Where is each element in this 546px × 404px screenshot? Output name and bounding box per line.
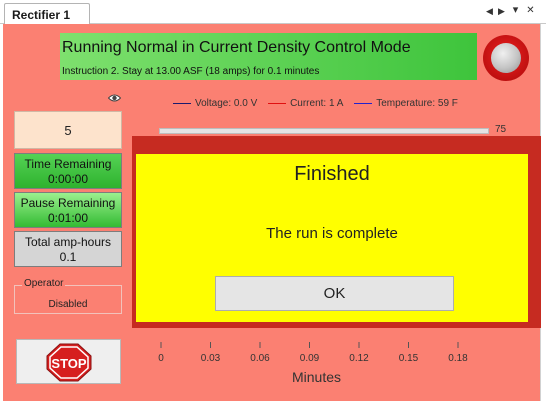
chart-legend: Voltage: 0.0 V Current: 1 A Temperature:…: [173, 98, 466, 110]
legend-item-current: Current: 1 A: [268, 98, 343, 109]
legend-swatch: [268, 102, 287, 104]
x-tick-label: 0.09: [300, 353, 320, 364]
operator-label: Operator: [22, 278, 66, 289]
tab-menu-icon[interactable]: ▾: [510, 4, 521, 16]
tab-next-icon[interactable]: ▶: [496, 5, 507, 17]
tab-prev-icon[interactable]: ◀: [484, 5, 495, 17]
total-amp-hours-value: 0.1: [59, 250, 77, 264]
x-tick-label: 0: [158, 353, 164, 364]
legend-label: Temperature: 59 F: [376, 98, 458, 109]
operator-group: Operator Disabled: [14, 278, 122, 314]
y-axis-top-tick: 75: [495, 124, 507, 135]
total-amp-hours-label: Total amp-hours: [24, 235, 112, 249]
legend-label: Voltage: 0.0 V: [195, 98, 258, 109]
x-tick-label: 0.03: [201, 353, 221, 364]
time-remaining-box: Time Remaining 0:00:00: [14, 153, 122, 189]
dialog-message: The run is complete: [266, 225, 398, 242]
legend-label: Current: 1 A: [290, 98, 344, 109]
legend-swatch: [354, 102, 373, 104]
legend-swatch: [173, 102, 191, 104]
close-icon[interactable]: ✕: [525, 5, 536, 17]
dialog-title: Finished: [294, 163, 370, 185]
tab-rectifier-1[interactable]: Rectifier 1: [4, 3, 90, 25]
status-indicator-light: [483, 35, 529, 81]
chart-top-scrollbar[interactable]: [159, 128, 489, 134]
x-tick-label: 0.18: [448, 353, 468, 364]
x-axis-label: Minutes: [292, 369, 342, 385]
pause-remaining-value: 0:01:00: [47, 211, 89, 225]
x-tick-label: 0.12: [349, 353, 369, 364]
legend-item-voltage: Voltage: 0.0 V: [173, 98, 257, 109]
pause-remaining-label: Pause Remaining: [20, 196, 116, 210]
rectifier-panel: Running Normal in Current Density Contro…: [3, 24, 541, 401]
stop-label: STOP: [51, 356, 86, 371]
tab-strip: Rectifier 1 ◀ ▶ ▾ ✕: [0, 0, 546, 25]
setpoint-value-box[interactable]: 5: [14, 111, 122, 149]
time-remaining-label: Time Remaining: [24, 157, 112, 171]
indicator-lens: [491, 43, 521, 73]
stop-sign-icon: STOP: [46, 343, 92, 382]
status-banner: Running Normal in Current Density Contro…: [60, 33, 477, 80]
legend-item-temperature: Temperature: 59 F: [354, 98, 458, 109]
pause-remaining-box: Pause Remaining 0:01:00: [14, 192, 122, 228]
x-tick-label: 0.15: [399, 353, 419, 364]
time-remaining-value: 0:00:00: [47, 172, 89, 186]
stop-button[interactable]: STOP: [16, 339, 121, 384]
eye-icon[interactable]: [108, 93, 121, 103]
status-instruction: Instruction 2. Stay at 13.00 ASF (18 amp…: [62, 66, 320, 77]
operator-value: Disabled: [48, 299, 88, 310]
ok-button[interactable]: OK: [215, 276, 454, 311]
status-title: Running Normal in Current Density Contro…: [62, 39, 411, 56]
total-amp-hours-box: Total amp-hours 0.1: [14, 231, 122, 267]
x-tick-label: 0.06: [250, 353, 270, 364]
finished-dialog: Finished The run is complete OK: [136, 154, 528, 322]
